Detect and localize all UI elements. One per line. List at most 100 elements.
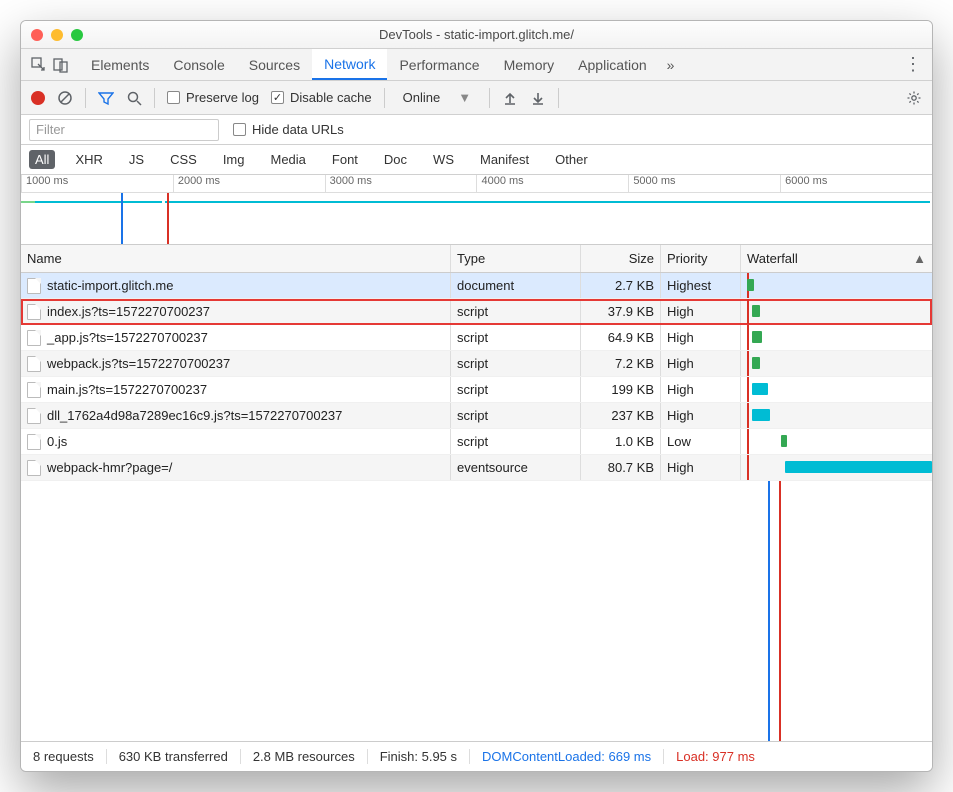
request-size: 199 KB: [581, 377, 661, 402]
download-har-icon[interactable]: [530, 90, 546, 106]
type-filter-js[interactable]: JS: [123, 150, 150, 169]
tab-performance[interactable]: Performance: [387, 49, 491, 80]
window-title: DevTools - static-import.glitch.me/: [21, 27, 932, 42]
table-row[interactable]: webpack-hmr?page=/eventsource80.7 KBHigh: [21, 455, 932, 481]
table-row[interactable]: webpack.js?ts=1572270700237script7.2 KBH…: [21, 351, 932, 377]
request-type: script: [451, 299, 581, 324]
tab-elements[interactable]: Elements: [79, 49, 161, 80]
request-name: _app.js?ts=1572270700237: [47, 330, 208, 345]
record-button[interactable]: [31, 91, 45, 105]
request-size: 1.0 KB: [581, 429, 661, 454]
tab-memory[interactable]: Memory: [492, 49, 567, 80]
col-name[interactable]: Name: [21, 245, 451, 272]
request-waterfall: [741, 377, 932, 402]
request-size: 37.9 KB: [581, 299, 661, 324]
preserve-log-checkbox[interactable]: Preserve log: [167, 90, 259, 105]
file-icon: [27, 460, 41, 476]
upload-har-icon[interactable]: [502, 90, 518, 106]
request-waterfall: [741, 351, 932, 376]
table-row[interactable]: main.js?ts=1572270700237 script199 KBHigh: [21, 377, 932, 403]
table-row[interactable]: dll_1762a4d98a7289ec16c9.js?ts=157227070…: [21, 403, 932, 429]
tab-console[interactable]: Console: [161, 49, 236, 80]
request-type: eventsource: [451, 455, 581, 480]
request-type: script: [451, 403, 581, 428]
request-priority: High: [661, 403, 741, 428]
request-waterfall: [741, 273, 932, 298]
table-row[interactable]: static-import.glitch.medocument2.7 KBHig…: [21, 273, 932, 299]
status-resources: 2.8 MB resources: [241, 749, 368, 764]
tab-application[interactable]: Application: [566, 49, 659, 80]
type-filter-css[interactable]: CSS: [164, 150, 203, 169]
hide-data-urls-checkbox[interactable]: Hide data URLs: [233, 122, 344, 137]
type-filter-ws[interactable]: WS: [427, 150, 460, 169]
request-priority: High: [661, 299, 741, 324]
request-waterfall: [741, 325, 932, 350]
table-header: Name Type Size Priority Waterfall ▲: [21, 245, 932, 273]
request-priority: High: [661, 351, 741, 376]
requests-table: Name Type Size Priority Waterfall ▲ stat…: [21, 245, 932, 741]
inspect-element-icon[interactable]: [31, 57, 47, 73]
throttling-select[interactable]: Online ▼: [397, 90, 477, 105]
preserve-log-label: Preserve log: [186, 90, 259, 105]
type-filter-other[interactable]: Other: [549, 150, 594, 169]
titlebar: DevTools - static-import.glitch.me/: [21, 21, 932, 49]
type-filter-media[interactable]: Media: [264, 150, 311, 169]
request-size: 80.7 KB: [581, 455, 661, 480]
tab-sources[interactable]: Sources: [237, 49, 312, 80]
type-filter-doc[interactable]: Doc: [378, 150, 413, 169]
table-row[interactable]: _app.js?ts=1572270700237script64.9 KBHig…: [21, 325, 932, 351]
filter-icon[interactable]: [98, 90, 114, 106]
type-filter-xhr[interactable]: XHR: [69, 150, 108, 169]
col-waterfall[interactable]: Waterfall ▲: [741, 245, 932, 272]
status-load: Load: 977 ms: [664, 749, 767, 764]
file-icon: [27, 408, 41, 424]
timeline-tick: 4000 ms: [476, 175, 628, 192]
request-priority: Low: [661, 429, 741, 454]
request-waterfall: [741, 403, 932, 428]
request-type: script: [451, 351, 581, 376]
col-size[interactable]: Size: [581, 245, 661, 272]
request-type: document: [451, 273, 581, 298]
type-filter-font[interactable]: Font: [326, 150, 364, 169]
filter-input[interactable]: Filter: [29, 119, 219, 141]
search-icon[interactable]: [126, 90, 142, 106]
minimize-window-button[interactable]: [51, 29, 63, 41]
zoom-window-button[interactable]: [71, 29, 83, 41]
settings-gear-icon[interactable]: [906, 90, 922, 106]
request-priority: High: [661, 377, 741, 402]
table-row[interactable]: index.js?ts=1572270700237script37.9 KBHi…: [21, 299, 932, 325]
overview-timeline[interactable]: 1000 ms2000 ms3000 ms4000 ms5000 ms6000 …: [21, 175, 932, 245]
file-icon: [27, 356, 41, 372]
status-domcontentloaded: DOMContentLoaded: 669 ms: [470, 749, 664, 764]
request-name: dll_1762a4d98a7289ec16c9.js?ts=157227070…: [47, 408, 342, 423]
type-filter-row: All XHR JS CSS Img Media Font Doc WS Manifest Othe…: [21, 145, 932, 175]
sort-indicator-icon: ▲: [913, 251, 926, 266]
type-filter-img[interactable]: Img: [217, 150, 251, 169]
request-name: main.js?ts=1572270700237: [47, 382, 207, 397]
col-type[interactable]: Type: [451, 245, 581, 272]
request-type: script: [451, 377, 581, 402]
disable-cache-label: Disable cache: [290, 90, 372, 105]
filter-row: Filter Hide data URLs: [21, 115, 932, 145]
more-options-icon[interactable]: ⋮: [894, 54, 932, 75]
request-size: 64.9 KB: [581, 325, 661, 350]
tabs-overflow-icon[interactable]: »: [659, 57, 683, 73]
network-toolbar: Preserve log Disable cache Online ▼: [21, 81, 932, 115]
request-name: webpack-hmr?page=/: [47, 460, 172, 475]
status-finish: Finish: 5.95 s: [368, 749, 470, 764]
type-filter-all[interactable]: All: [29, 150, 55, 169]
timeline-tick: 3000 ms: [325, 175, 477, 192]
device-toolbar-icon[interactable]: [53, 57, 69, 73]
clear-icon[interactable]: [57, 90, 73, 106]
col-priority[interactable]: Priority: [661, 245, 741, 272]
file-icon: [27, 304, 41, 320]
tab-network[interactable]: Network: [312, 49, 387, 80]
request-waterfall: [741, 455, 932, 480]
chevron-down-icon: ▼: [458, 90, 471, 105]
table-row[interactable]: 0.jsscript1.0 KBLow: [21, 429, 932, 455]
type-filter-manifest[interactable]: Manifest: [474, 150, 535, 169]
request-type: script: [451, 325, 581, 350]
close-window-button[interactable]: [31, 29, 43, 41]
request-waterfall: [741, 429, 932, 454]
disable-cache-checkbox[interactable]: Disable cache: [271, 90, 372, 105]
